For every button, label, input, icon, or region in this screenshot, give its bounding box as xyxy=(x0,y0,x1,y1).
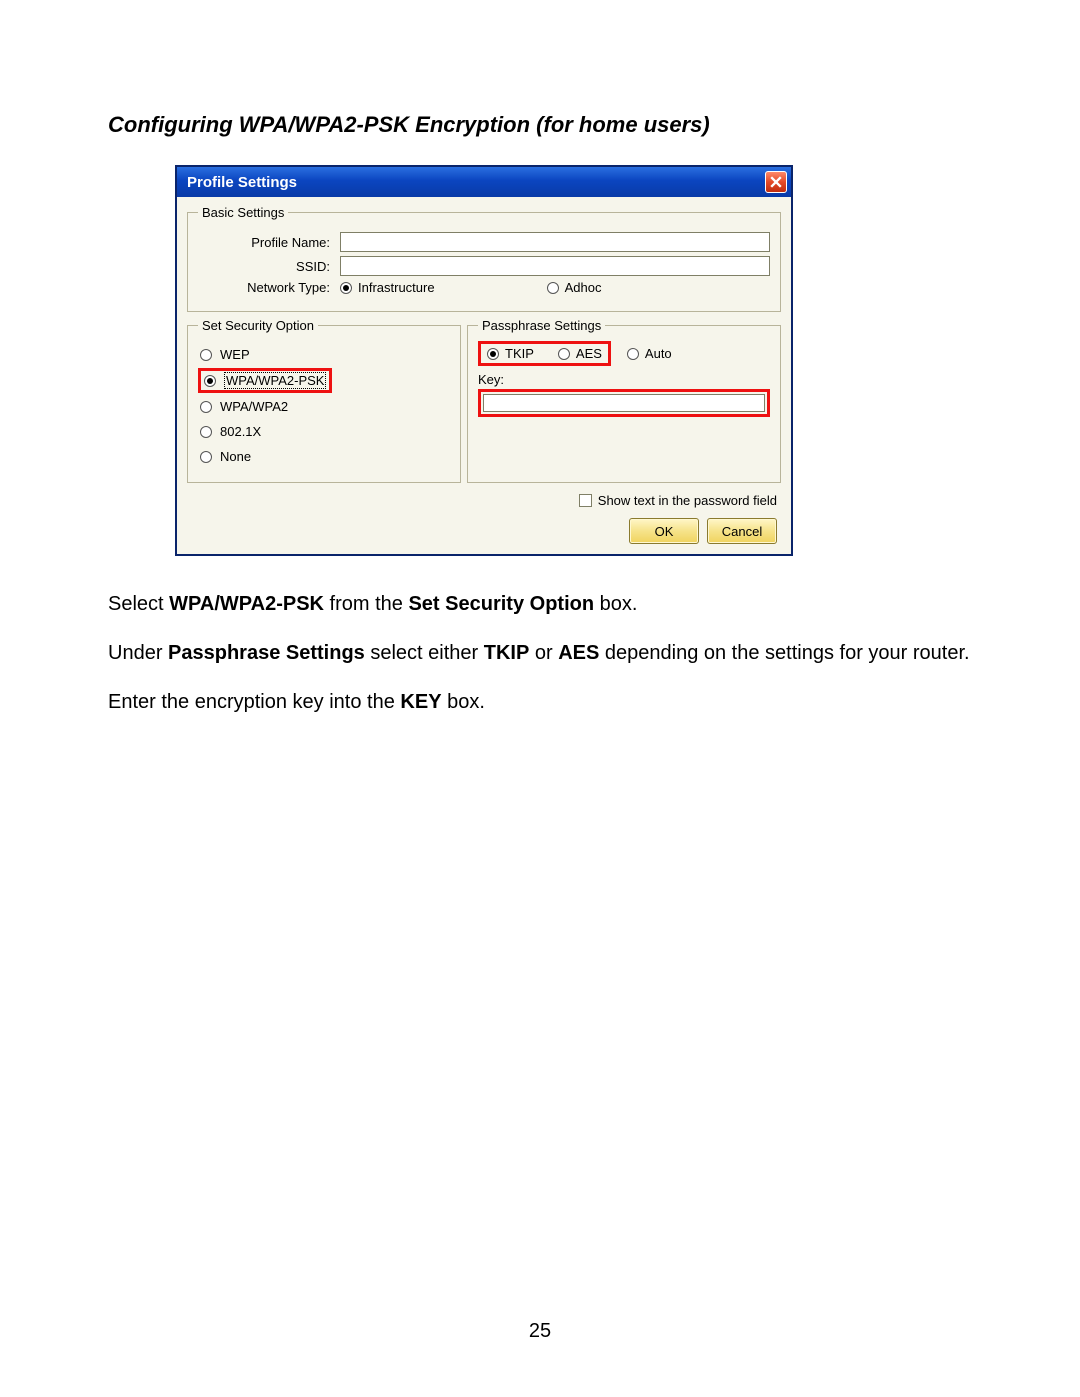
cipher-aes-radio[interactable]: AES xyxy=(558,346,602,361)
profile-name-label: Profile Name: xyxy=(198,235,340,250)
network-type-infrastructure-radio[interactable]: Infrastructure xyxy=(340,280,435,295)
radio-icon xyxy=(200,451,212,463)
security-option-wep[interactable]: WEP xyxy=(198,343,450,366)
basic-settings-legend: Basic Settings xyxy=(198,205,288,220)
security-option-label: 802.1X xyxy=(220,424,261,439)
security-legend: Set Security Option xyxy=(198,318,318,333)
close-button[interactable] xyxy=(765,171,787,193)
passphrase-legend: Passphrase Settings xyxy=(478,318,605,333)
section-heading: Configuring WPA/WPA2-PSK Encryption (for… xyxy=(108,112,972,138)
security-option-label: WEP xyxy=(220,347,250,362)
key-label: Key: xyxy=(478,372,770,387)
security-option-wpa-wpa2[interactable]: WPA/WPA2 xyxy=(198,395,450,418)
security-option-none[interactable]: None xyxy=(198,445,450,468)
cipher-label: Auto xyxy=(645,346,672,361)
security-option-label: WPA/WPA2-PSK xyxy=(224,372,326,389)
radio-icon xyxy=(547,282,559,294)
basic-settings-group: Basic Settings Profile Name: SSID: Netwo… xyxy=(187,205,781,312)
instruction-text: Select WPA/WPA2-PSK from the Set Securit… xyxy=(108,591,972,716)
infrastructure-label: Infrastructure xyxy=(358,280,435,295)
key-input[interactable] xyxy=(483,394,765,412)
radio-icon xyxy=(200,401,212,413)
cipher-tkip-radio[interactable]: TKIP xyxy=(487,346,534,361)
ok-button[interactable]: OK xyxy=(629,518,699,544)
close-icon xyxy=(770,176,782,188)
radio-icon xyxy=(558,348,570,360)
security-option-label: None xyxy=(220,449,251,464)
adhoc-label: Adhoc xyxy=(565,280,602,295)
radio-icon xyxy=(627,348,639,360)
radio-icon xyxy=(487,348,499,360)
radio-icon xyxy=(340,282,352,294)
cipher-label: TKIP xyxy=(505,346,534,361)
page-number: 25 xyxy=(0,1320,1080,1343)
security-option-8021x[interactable]: 802.1X xyxy=(198,420,450,443)
security-option-wpa-wpa2-psk[interactable]: WPA/WPA2-PSK xyxy=(204,372,326,389)
security-option-label: WPA/WPA2 xyxy=(220,399,288,414)
cipher-label: AES xyxy=(576,346,602,361)
network-type-label: Network Type: xyxy=(198,280,340,295)
checkbox-icon xyxy=(579,494,592,507)
radio-icon xyxy=(200,426,212,438)
security-option-group: Set Security Option WEP WPA/WPA2-PSK xyxy=(187,318,461,483)
dialog-title: Profile Settings xyxy=(187,174,297,191)
show-text-label: Show text in the password field xyxy=(598,493,777,508)
cipher-auto-radio[interactable]: Auto xyxy=(627,346,672,361)
passphrase-settings-group: Passphrase Settings TKIP AES xyxy=(467,318,781,483)
ssid-input[interactable] xyxy=(340,256,770,276)
titlebar: Profile Settings xyxy=(177,167,791,197)
cancel-button[interactable]: Cancel xyxy=(707,518,777,544)
radio-icon xyxy=(200,349,212,361)
profile-settings-dialog: Profile Settings Basic Settings Profile … xyxy=(176,166,792,555)
show-text-checkbox[interactable]: Show text in the password field xyxy=(579,493,777,508)
ssid-label: SSID: xyxy=(198,259,340,274)
profile-name-input[interactable] xyxy=(340,232,770,252)
network-type-adhoc-radio[interactable]: Adhoc xyxy=(547,280,602,295)
radio-icon xyxy=(204,375,216,387)
